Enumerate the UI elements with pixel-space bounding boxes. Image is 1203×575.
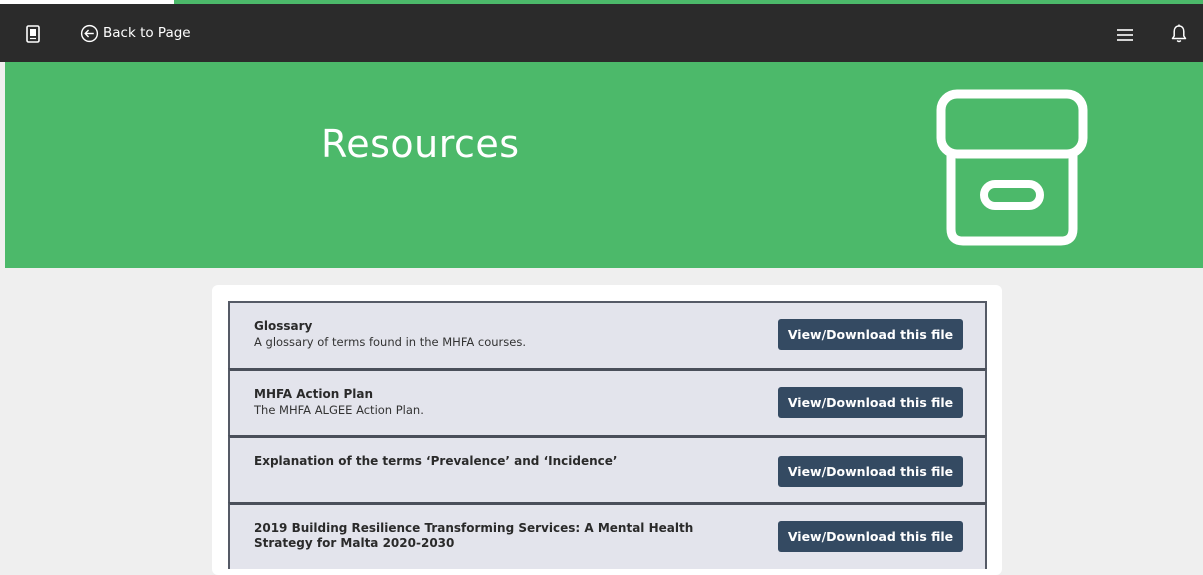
- resource-item-prevalence-incidence: Explanation of the terms ‘Prevalence’ an…: [228, 435, 987, 502]
- bell-icon[interactable]: [1171, 24, 1187, 44]
- back-to-page-link[interactable]: Back to Page: [80, 22, 191, 44]
- resource-item-mental-health-strategy: 2019 Building Resilience Transforming Se…: [228, 502, 987, 569]
- page-title: Resources: [321, 122, 520, 166]
- view-download-button[interactable]: View/Download this file: [778, 387, 963, 418]
- view-download-button[interactable]: View/Download this file: [778, 319, 963, 350]
- resource-title: MHFA Action Plan: [254, 387, 374, 401]
- view-download-button[interactable]: View/Download this file: [778, 456, 963, 487]
- resource-title: Explanation of the terms ‘Prevalence’ an…: [254, 454, 618, 468]
- top-bar: Back to Page: [0, 4, 1203, 62]
- hamburger-menu-icon[interactable]: [1116, 28, 1134, 42]
- view-download-button[interactable]: View/Download this file: [778, 521, 963, 552]
- resource-item-action-plan: MHFA Action Plan The MHFA ALGEE Action P…: [228, 368, 987, 435]
- page-header-banner: Resources: [5, 62, 1203, 268]
- archive-box-icon: [936, 89, 1088, 246]
- back-arrow-circle-icon: [80, 24, 99, 42]
- resource-description: A glossary of terms found in the MHFA co…: [254, 335, 526, 349]
- back-to-page-label: Back to Page: [103, 25, 191, 41]
- resource-item-glossary: Glossary A glossary of terms found in th…: [228, 301, 987, 368]
- resources-list: Glossary A glossary of terms found in th…: [228, 301, 987, 569]
- resource-title: 2019 Building Resilience Transforming Se…: [254, 521, 694, 550]
- resource-title: Glossary: [254, 319, 313, 333]
- resource-description: The MHFA ALGEE Action Plan.: [254, 403, 424, 417]
- book-icon[interactable]: [26, 25, 40, 43]
